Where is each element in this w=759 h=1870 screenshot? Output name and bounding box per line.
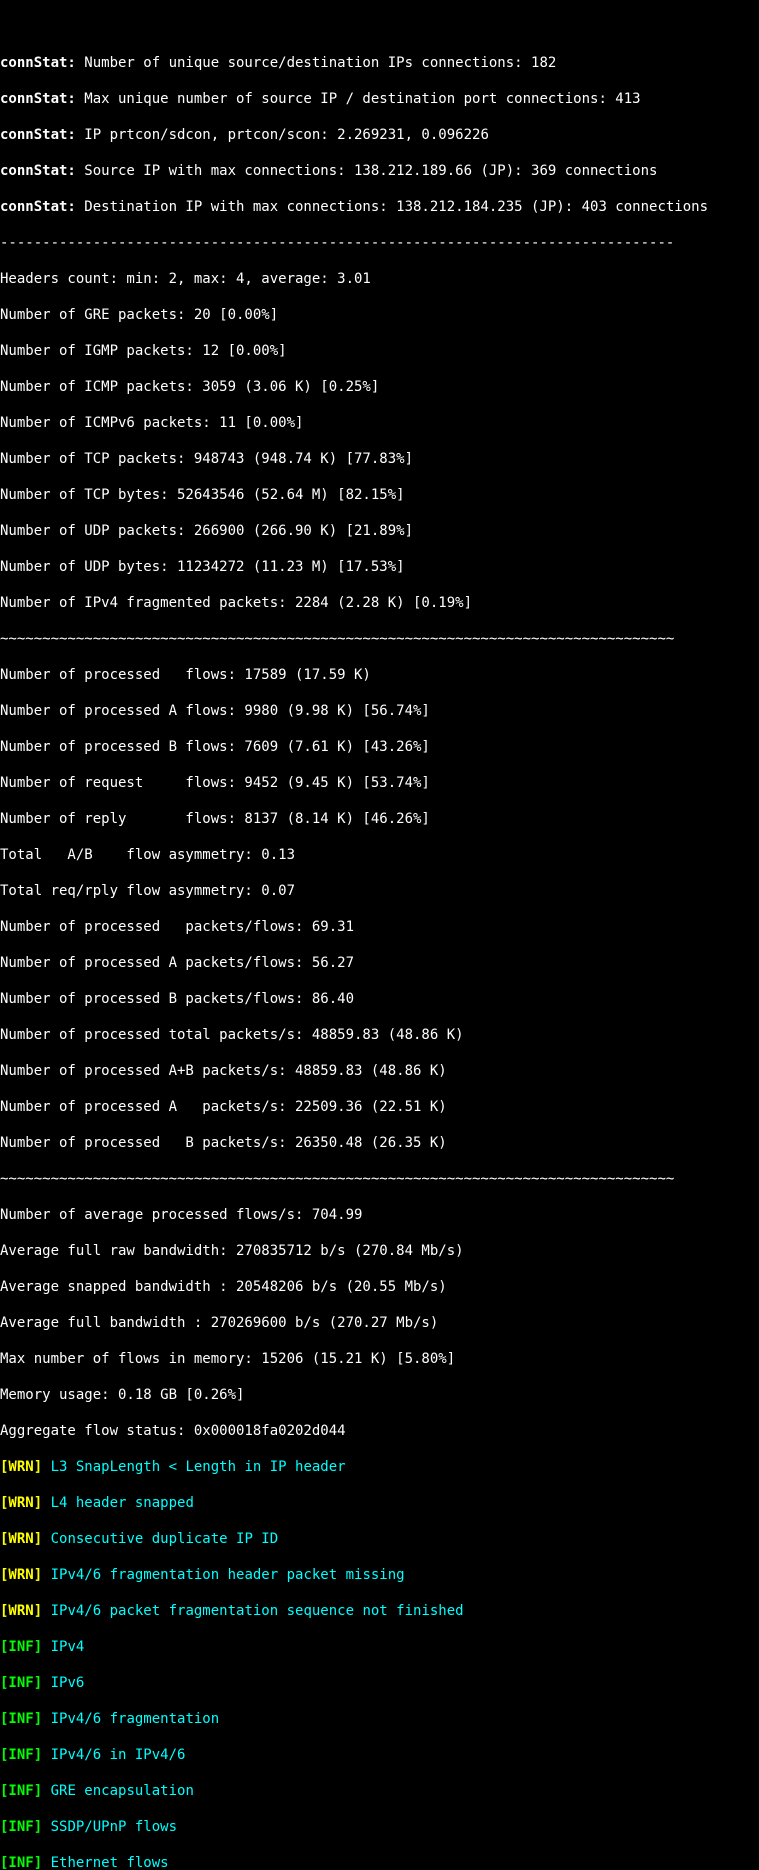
connstat-line: connStat: Max unique number of source IP… [0, 90, 759, 108]
packet-stat: Number of UDP packets: 266900 (266.90 K)… [0, 522, 759, 540]
connstat-label: connStat: [0, 163, 76, 179]
headers-count: Headers count: min: 2, max: 4, average: … [0, 270, 759, 288]
info-line: [INF] IPv6 [0, 1674, 759, 1692]
divider-tilde: ~~~~~~~~~~~~~~~~~~~~~~~~~~~~~~~~~~~~~~~~… [0, 1170, 759, 1188]
avg-stat: Aggregate flow status: 0x000018fa0202d04… [0, 1422, 759, 1440]
connstat-label: connStat: [0, 91, 76, 107]
packet-stat: Number of IPv4 fragmented packets: 2284 … [0, 594, 759, 612]
avg-stat: Average full raw bandwidth: 270835712 b/… [0, 1242, 759, 1260]
inf-tag: [INF] [0, 1783, 42, 1799]
wrn-tag: [WRN] [0, 1567, 42, 1583]
connstat-line: connStat: IP prtcon/sdcon, prtcon/scon: … [0, 126, 759, 144]
info-line: [INF] Ethernet flows [0, 1854, 759, 1870]
flow-stat: Number of processed total packets/s: 488… [0, 1026, 759, 1044]
warning-line: [WRN] IPv4/6 packet fragmentation sequen… [0, 1602, 759, 1620]
packet-stat: Number of UDP bytes: 11234272 (11.23 M) … [0, 558, 759, 576]
connstat-text: IP prtcon/sdcon, prtcon/scon: 2.269231, … [76, 127, 489, 143]
connstat-text: Destination IP with max connections: 138… [76, 199, 708, 215]
divider-tilde: ~~~~~~~~~~~~~~~~~~~~~~~~~~~~~~~~~~~~~~~~… [0, 630, 759, 648]
info-line: [INF] SSDP/UPnP flows [0, 1818, 759, 1836]
inf-tag: [INF] [0, 1675, 42, 1691]
connstat-line: connStat: Number of unique source/destin… [0, 54, 759, 72]
flow-stat: Number of processed A flows: 9980 (9.98 … [0, 702, 759, 720]
wrn-text: L3 SnapLength < Length in IP header [42, 1459, 345, 1475]
connstat-line: connStat: Destination IP with max connec… [0, 198, 759, 216]
flow-stat: Number of processed packets/flows: 69.31 [0, 918, 759, 936]
inf-tag: [INF] [0, 1855, 42, 1870]
wrn-tag: [WRN] [0, 1459, 42, 1475]
connstat-label: connStat: [0, 199, 76, 215]
wrn-tag: [WRN] [0, 1531, 42, 1547]
avg-stat: Average full bandwidth : 270269600 b/s (… [0, 1314, 759, 1332]
flow-stat: Number of reply flows: 8137 (8.14 K) [46… [0, 810, 759, 828]
flow-stat: Number of processed B packets/s: 26350.4… [0, 1134, 759, 1152]
connstat-label: connStat: [0, 55, 76, 71]
wrn-tag: [WRN] [0, 1495, 42, 1511]
inf-tag: [INF] [0, 1747, 42, 1763]
flow-stat: Number of processed A packets/flows: 56.… [0, 954, 759, 972]
packet-stat: Number of ICMPv6 packets: 11 [0.00%] [0, 414, 759, 432]
warning-line: [WRN] L3 SnapLength < Length in IP heade… [0, 1458, 759, 1476]
inf-text: IPv4 [42, 1639, 84, 1655]
connstat-text: Number of unique source/destination IPs … [76, 55, 556, 71]
packet-stat: Number of IGMP packets: 12 [0.00%] [0, 342, 759, 360]
inf-tag: [INF] [0, 1711, 42, 1727]
flow-stat: Total req/rply flow asymmetry: 0.07 [0, 882, 759, 900]
inf-text: SSDP/UPnP flows [42, 1819, 177, 1835]
flow-stat: Number of processed flows: 17589 (17.59 … [0, 666, 759, 684]
packet-stat: Number of TCP bytes: 52643546 (52.64 M) … [0, 486, 759, 504]
wrn-text: Consecutive duplicate IP ID [42, 1531, 278, 1547]
packet-stat: Number of GRE packets: 20 [0.00%] [0, 306, 759, 324]
inf-text: IPv4/6 fragmentation [42, 1711, 219, 1727]
inf-text: Ethernet flows [42, 1855, 168, 1870]
wrn-tag: [WRN] [0, 1603, 42, 1619]
inf-text: IPv6 [42, 1675, 84, 1691]
flow-stat: Number of processed A+B packets/s: 48859… [0, 1062, 759, 1080]
connstat-text: Source IP with max connections: 138.212.… [76, 163, 658, 179]
warning-line: [WRN] Consecutive duplicate IP ID [0, 1530, 759, 1548]
warning-line: [WRN] L4 header snapped [0, 1494, 759, 1512]
inf-tag: [INF] [0, 1639, 42, 1655]
info-line: [INF] IPv4/6 in IPv4/6 [0, 1746, 759, 1764]
packet-stat: Number of TCP packets: 948743 (948.74 K)… [0, 450, 759, 468]
inf-text: GRE encapsulation [42, 1783, 194, 1799]
wrn-text: L4 header snapped [42, 1495, 194, 1511]
flow-stat: Number of processed A packets/s: 22509.3… [0, 1098, 759, 1116]
connstat-line: connStat: Source IP with max connections… [0, 162, 759, 180]
info-line: [INF] IPv4 [0, 1638, 759, 1656]
info-line: [INF] GRE encapsulation [0, 1782, 759, 1800]
packet-stat: Number of ICMP packets: 3059 (3.06 K) [0… [0, 378, 759, 396]
wrn-text: IPv4/6 fragmentation header packet missi… [42, 1567, 404, 1583]
divider-dashes: ----------------------------------------… [0, 234, 759, 252]
flow-stat: Number of request flows: 9452 (9.45 K) [… [0, 774, 759, 792]
info-line: [INF] IPv4/6 fragmentation [0, 1710, 759, 1728]
connstat-label: connStat: [0, 127, 76, 143]
avg-stat: Max number of flows in memory: 15206 (15… [0, 1350, 759, 1368]
flow-stat: Number of processed B flows: 7609 (7.61 … [0, 738, 759, 756]
warning-line: [WRN] IPv4/6 fragmentation header packet… [0, 1566, 759, 1584]
avg-stat: Average snapped bandwidth : 20548206 b/s… [0, 1278, 759, 1296]
inf-tag: [INF] [0, 1819, 42, 1835]
flow-stat: Total A/B flow asymmetry: 0.13 [0, 846, 759, 864]
flow-stat: Number of processed B packets/flows: 86.… [0, 990, 759, 1008]
inf-text: IPv4/6 in IPv4/6 [42, 1747, 185, 1763]
wrn-text: IPv4/6 packet fragmentation sequence not… [42, 1603, 463, 1619]
connstat-text: Max unique number of source IP / destina… [76, 91, 641, 107]
avg-stat: Memory usage: 0.18 GB [0.26%] [0, 1386, 759, 1404]
avg-stat: Number of average processed flows/s: 704… [0, 1206, 759, 1224]
